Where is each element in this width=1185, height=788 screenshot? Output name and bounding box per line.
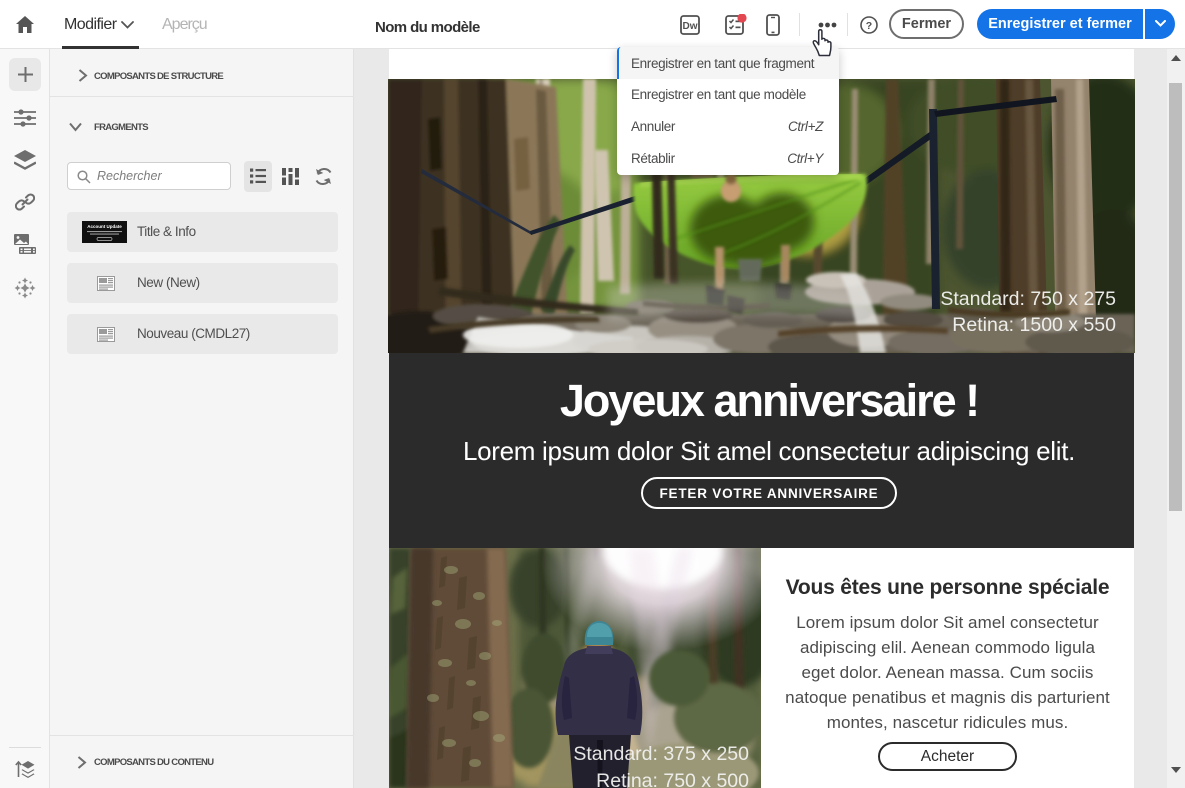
- svg-text:Standard: 750 x 275: Standard: 750 x 275: [940, 288, 1116, 310]
- svg-text:Retina: 1500 x 550: Retina: 1500 x 550: [952, 314, 1116, 336]
- svg-text:Dw: Dw: [683, 21, 698, 32]
- svg-text:Account Update: Account Update: [87, 224, 122, 229]
- svg-text:Retina: 750 x 500: Retina: 750 x 500: [596, 770, 749, 788]
- svg-text:?: ?: [866, 20, 872, 32]
- svg-text:Standard: 375 x 250: Standard: 375 x 250: [573, 743, 749, 765]
